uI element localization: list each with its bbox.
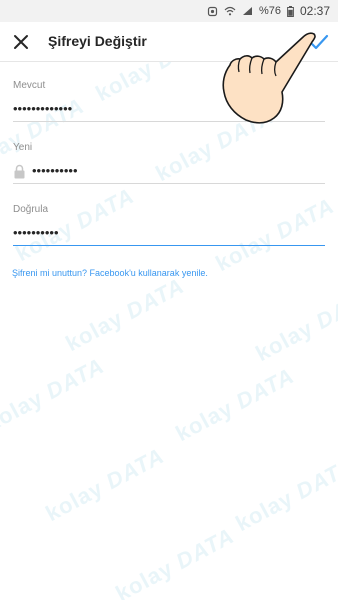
confirm-password-label: Doğrula xyxy=(13,204,49,215)
forgot-password-link[interactable]: Şifreni mi unuttun? Facebook'u kullanara… xyxy=(12,268,208,278)
new-password-value: •••••••••• xyxy=(32,162,78,178)
new-password-label: Yeni xyxy=(13,142,33,153)
signal-icon xyxy=(242,6,253,16)
close-icon xyxy=(14,35,28,49)
battery-percent: %76 xyxy=(258,5,281,17)
lock-icon xyxy=(14,164,25,179)
status-bar: %76 02:37 xyxy=(0,0,338,22)
notification-icon xyxy=(207,6,218,17)
confirm-password-field: Doğrula •••••••••• xyxy=(13,204,325,246)
new-password-field: Yeni •••••••••• xyxy=(13,142,325,184)
current-password-value: ••••••••••••• xyxy=(13,100,73,116)
status-time: 02:37 xyxy=(299,4,330,18)
battery-icon xyxy=(287,5,294,17)
pointing-hand-icon xyxy=(222,32,316,124)
close-button[interactable] xyxy=(10,31,32,53)
confirm-password-input[interactable]: •••••••••• xyxy=(13,224,325,246)
new-password-input[interactable]: •••••••••• xyxy=(13,162,325,184)
wifi-icon xyxy=(224,6,236,16)
confirm-password-value: •••••••••• xyxy=(13,224,59,240)
page-title: Şifreyi Değiştir xyxy=(48,33,147,49)
